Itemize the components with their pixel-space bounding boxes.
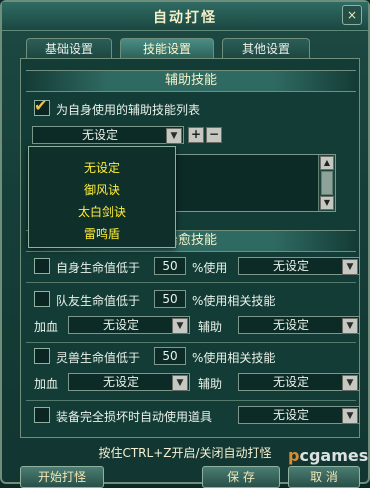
scroll-thumb[interactable] xyxy=(321,171,333,195)
scroll-down-icon[interactable]: ▼ xyxy=(320,196,334,210)
self-hp-label: 自身生命值低于 xyxy=(56,261,141,275)
ally-heal-label: 加血 xyxy=(34,320,59,334)
chevron-down-icon[interactable]: ▼ xyxy=(172,318,188,334)
pet-hp-unit: %使用相关技能 xyxy=(192,351,276,365)
pet-heal-value: 无设定 xyxy=(102,375,139,389)
ally-assist-label: 辅助 xyxy=(198,320,223,334)
self-hp-input[interactable]: 50 xyxy=(154,257,186,275)
pcgames-watermark: pcgames xyxy=(288,446,369,465)
chevron-down-icon[interactable]: ▼ xyxy=(342,375,358,391)
tab-skill-settings[interactable]: 技能设置 xyxy=(120,38,214,59)
cancel-button[interactable]: 取 消 xyxy=(288,466,360,488)
window-title: 自动打怪 xyxy=(153,10,217,26)
assist-skill-select[interactable]: 无设定 ▼ xyxy=(32,126,184,144)
ally-assist-value: 无设定 xyxy=(272,318,309,332)
ally-assist-select[interactable]: 无设定 ▼ xyxy=(238,316,360,334)
self-skill-select[interactable]: 无设定 ▼ xyxy=(238,257,360,275)
chevron-down-icon[interactable]: ▼ xyxy=(342,259,358,275)
chevron-down-icon[interactable]: ▼ xyxy=(172,375,188,391)
pet-assist-label: 辅助 xyxy=(198,377,223,391)
divider xyxy=(26,400,356,401)
dropdown-option[interactable]: 太白剑诀 xyxy=(29,203,175,220)
ally-heal-select[interactable]: 无设定 ▼ xyxy=(68,316,190,334)
chevron-down-icon[interactable]: ▼ xyxy=(342,408,358,424)
checkmark-icon: ✔ xyxy=(34,96,48,115)
add-skill-button[interactable]: + xyxy=(188,127,204,143)
ally-hp-label: 队友生命值低于 xyxy=(56,294,141,308)
equip-broken-label: 装备完全损坏时自动使用道具 xyxy=(56,410,213,424)
remove-skill-button[interactable]: − xyxy=(206,127,222,143)
equip-item-value: 无设定 xyxy=(272,408,309,422)
divider xyxy=(26,282,356,283)
assist-section-title: 辅助技能 xyxy=(26,70,356,92)
pet-hp-checkbox[interactable] xyxy=(34,348,50,364)
dropdown-option[interactable]: 无设定 xyxy=(29,159,175,176)
save-button[interactable]: 保 存 xyxy=(202,466,280,488)
tab-other-settings[interactable]: 其他设置 xyxy=(222,38,310,59)
dropdown-option[interactable]: 雷鸣盾 xyxy=(29,225,175,242)
assist-list-label: 为自身使用的辅助技能列表 xyxy=(56,103,201,117)
ally-hp-checkbox[interactable] xyxy=(34,291,50,307)
equip-item-select[interactable]: 无设定 ▼ xyxy=(238,406,360,424)
ally-hp-unit: %使用相关技能 xyxy=(192,294,276,308)
title-bar[interactable]: 自动打怪 × xyxy=(2,2,368,31)
scroll-up-icon[interactable]: ▲ xyxy=(320,156,334,170)
ally-heal-value: 无设定 xyxy=(102,318,139,332)
dropdown-option[interactable]: 御风诀 xyxy=(29,181,175,198)
pet-hp-label: 灵兽生命值低于 xyxy=(56,351,141,365)
chevron-down-icon[interactable]: ▼ xyxy=(342,318,358,334)
tab-basic-settings[interactable]: 基础设置 xyxy=(26,38,112,59)
assist-list-checkbox[interactable]: ✔ xyxy=(34,96,50,116)
assist-list-scrollbar[interactable]: ▲ ▼ xyxy=(318,155,335,211)
self-hp-unit: %使用 xyxy=(192,261,228,275)
pet-hp-input[interactable]: 50 xyxy=(154,347,186,365)
close-button[interactable]: × xyxy=(342,5,362,25)
self-skill-value: 无设定 xyxy=(272,259,309,273)
assist-skill-dropdown[interactable]: 无设定 御风诀 太白剑诀 雷鸣盾 xyxy=(28,146,176,248)
auto-fight-window: 自动打怪 × 基础设置 技能设置 其他设置 辅助技能 ✔ 为自身使用的辅助技能列… xyxy=(0,0,370,488)
start-fight-button[interactable]: 开始打怪 xyxy=(20,466,104,488)
pet-assist-select[interactable]: 无设定 ▼ xyxy=(238,373,360,391)
assist-skill-value: 无设定 xyxy=(81,128,118,142)
pet-assist-value: 无设定 xyxy=(272,375,309,389)
self-hp-checkbox[interactable] xyxy=(34,258,50,274)
chevron-down-icon[interactable]: ▼ xyxy=(166,128,182,144)
divider xyxy=(26,342,356,343)
pet-heal-label: 加血 xyxy=(34,377,59,391)
ally-hp-input[interactable]: 50 xyxy=(154,290,186,308)
equip-broken-checkbox[interactable] xyxy=(34,407,50,423)
pet-heal-select[interactable]: 无设定 ▼ xyxy=(68,373,190,391)
